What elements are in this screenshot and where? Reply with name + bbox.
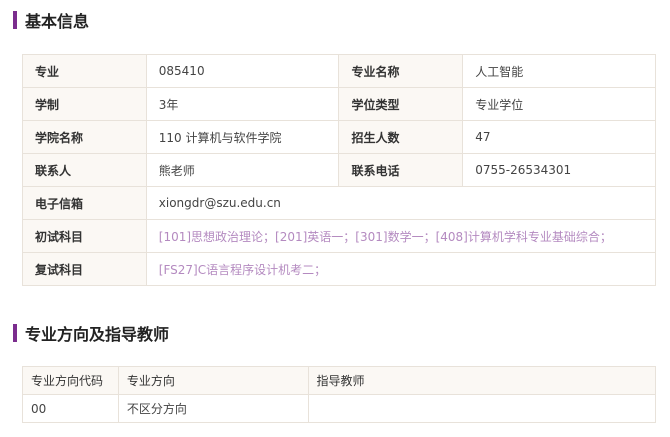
direction-name-cell: 不区分方向 [117, 394, 309, 423]
contact-value: 熊老师 [145, 153, 340, 187]
column-header-direction: 专业方向 [117, 366, 309, 395]
retest-label: 复试科目 [22, 252, 147, 286]
retest-subjects-link[interactable]: [FS27]C语言程序设计机考二； [159, 263, 326, 277]
table-row: 联系人 熊老师 联系电话 0755-26534301 [22, 153, 656, 187]
major-name-value: 人工智能 [462, 54, 656, 88]
email-value: xiongdr@szu.edu.cn [145, 186, 657, 220]
column-header-direction-code: 专业方向代码 [22, 366, 119, 395]
basic-info-table: 专业 085410 专业名称 人工智能 学制 3年 学位类型 专业学位 学院名称… [22, 54, 657, 286]
table-row: 学院名称 110 计算机与软件学院 招生人数 47 [22, 120, 656, 154]
degree-type-value: 专业学位 [462, 87, 656, 121]
supervisor-cell [307, 394, 657, 423]
table-row: 复试科目 [FS27]C语言程序设计机考二； [22, 252, 657, 286]
enrollment-label: 招生人数 [338, 120, 464, 154]
college-value: 110 计算机与软件学院 [145, 120, 340, 154]
section-accent-bar [13, 324, 17, 342]
table-row: 学制 3年 学位类型 专业学位 [22, 87, 656, 121]
phone-label: 联系电话 [338, 153, 464, 187]
section-title-basic-info: 基本信息 [13, 10, 90, 31]
major-label: 专业 [22, 54, 147, 88]
section-title-text: 基本信息 [25, 12, 90, 31]
initial-exam-cell: [101]思想政治理论；[201]英语一；[301]数学一；[408]计算机学科… [145, 219, 657, 253]
contact-label: 联系人 [22, 153, 147, 187]
retest-cell: [FS27]C语言程序设计机考二； [145, 252, 657, 286]
table-row: 电子信箱 xiongdr@szu.edu.cn [22, 186, 657, 220]
initial-exam-subjects-link[interactable]: [101]思想政治理论；[201]英语一；[301]数学一；[408]计算机学科… [159, 230, 612, 244]
enrollment-value: 47 [462, 120, 656, 154]
phone-value: 0755-26534301 [462, 153, 656, 187]
section-title-text: 专业方向及指导教师 [25, 325, 170, 344]
email-label: 电子信箱 [22, 186, 147, 220]
duration-value: 3年 [145, 87, 340, 121]
direction-code-cell: 00 [22, 394, 119, 423]
college-label: 学院名称 [22, 120, 147, 154]
section-accent-bar [13, 11, 17, 29]
table-header-row: 专业方向代码 专业方向 指导教师 [22, 366, 657, 395]
table-row: 初试科目 [101]思想政治理论；[201]英语一；[301]数学一；[408]… [22, 219, 657, 253]
major-code-value: 085410 [145, 54, 340, 88]
initial-exam-label: 初试科目 [22, 219, 147, 253]
directions-table: 专业方向代码 专业方向 指导教师 00 不区分方向 [22, 366, 657, 423]
table-row: 专业 085410 专业名称 人工智能 [22, 54, 656, 88]
section-title-directions: 专业方向及指导教师 [13, 323, 170, 344]
table-row: 00 不区分方向 [22, 394, 657, 423]
major-name-label: 专业名称 [338, 54, 464, 88]
degree-type-label: 学位类型 [338, 87, 464, 121]
duration-label: 学制 [22, 87, 147, 121]
column-header-supervisor: 指导教师 [307, 366, 657, 395]
